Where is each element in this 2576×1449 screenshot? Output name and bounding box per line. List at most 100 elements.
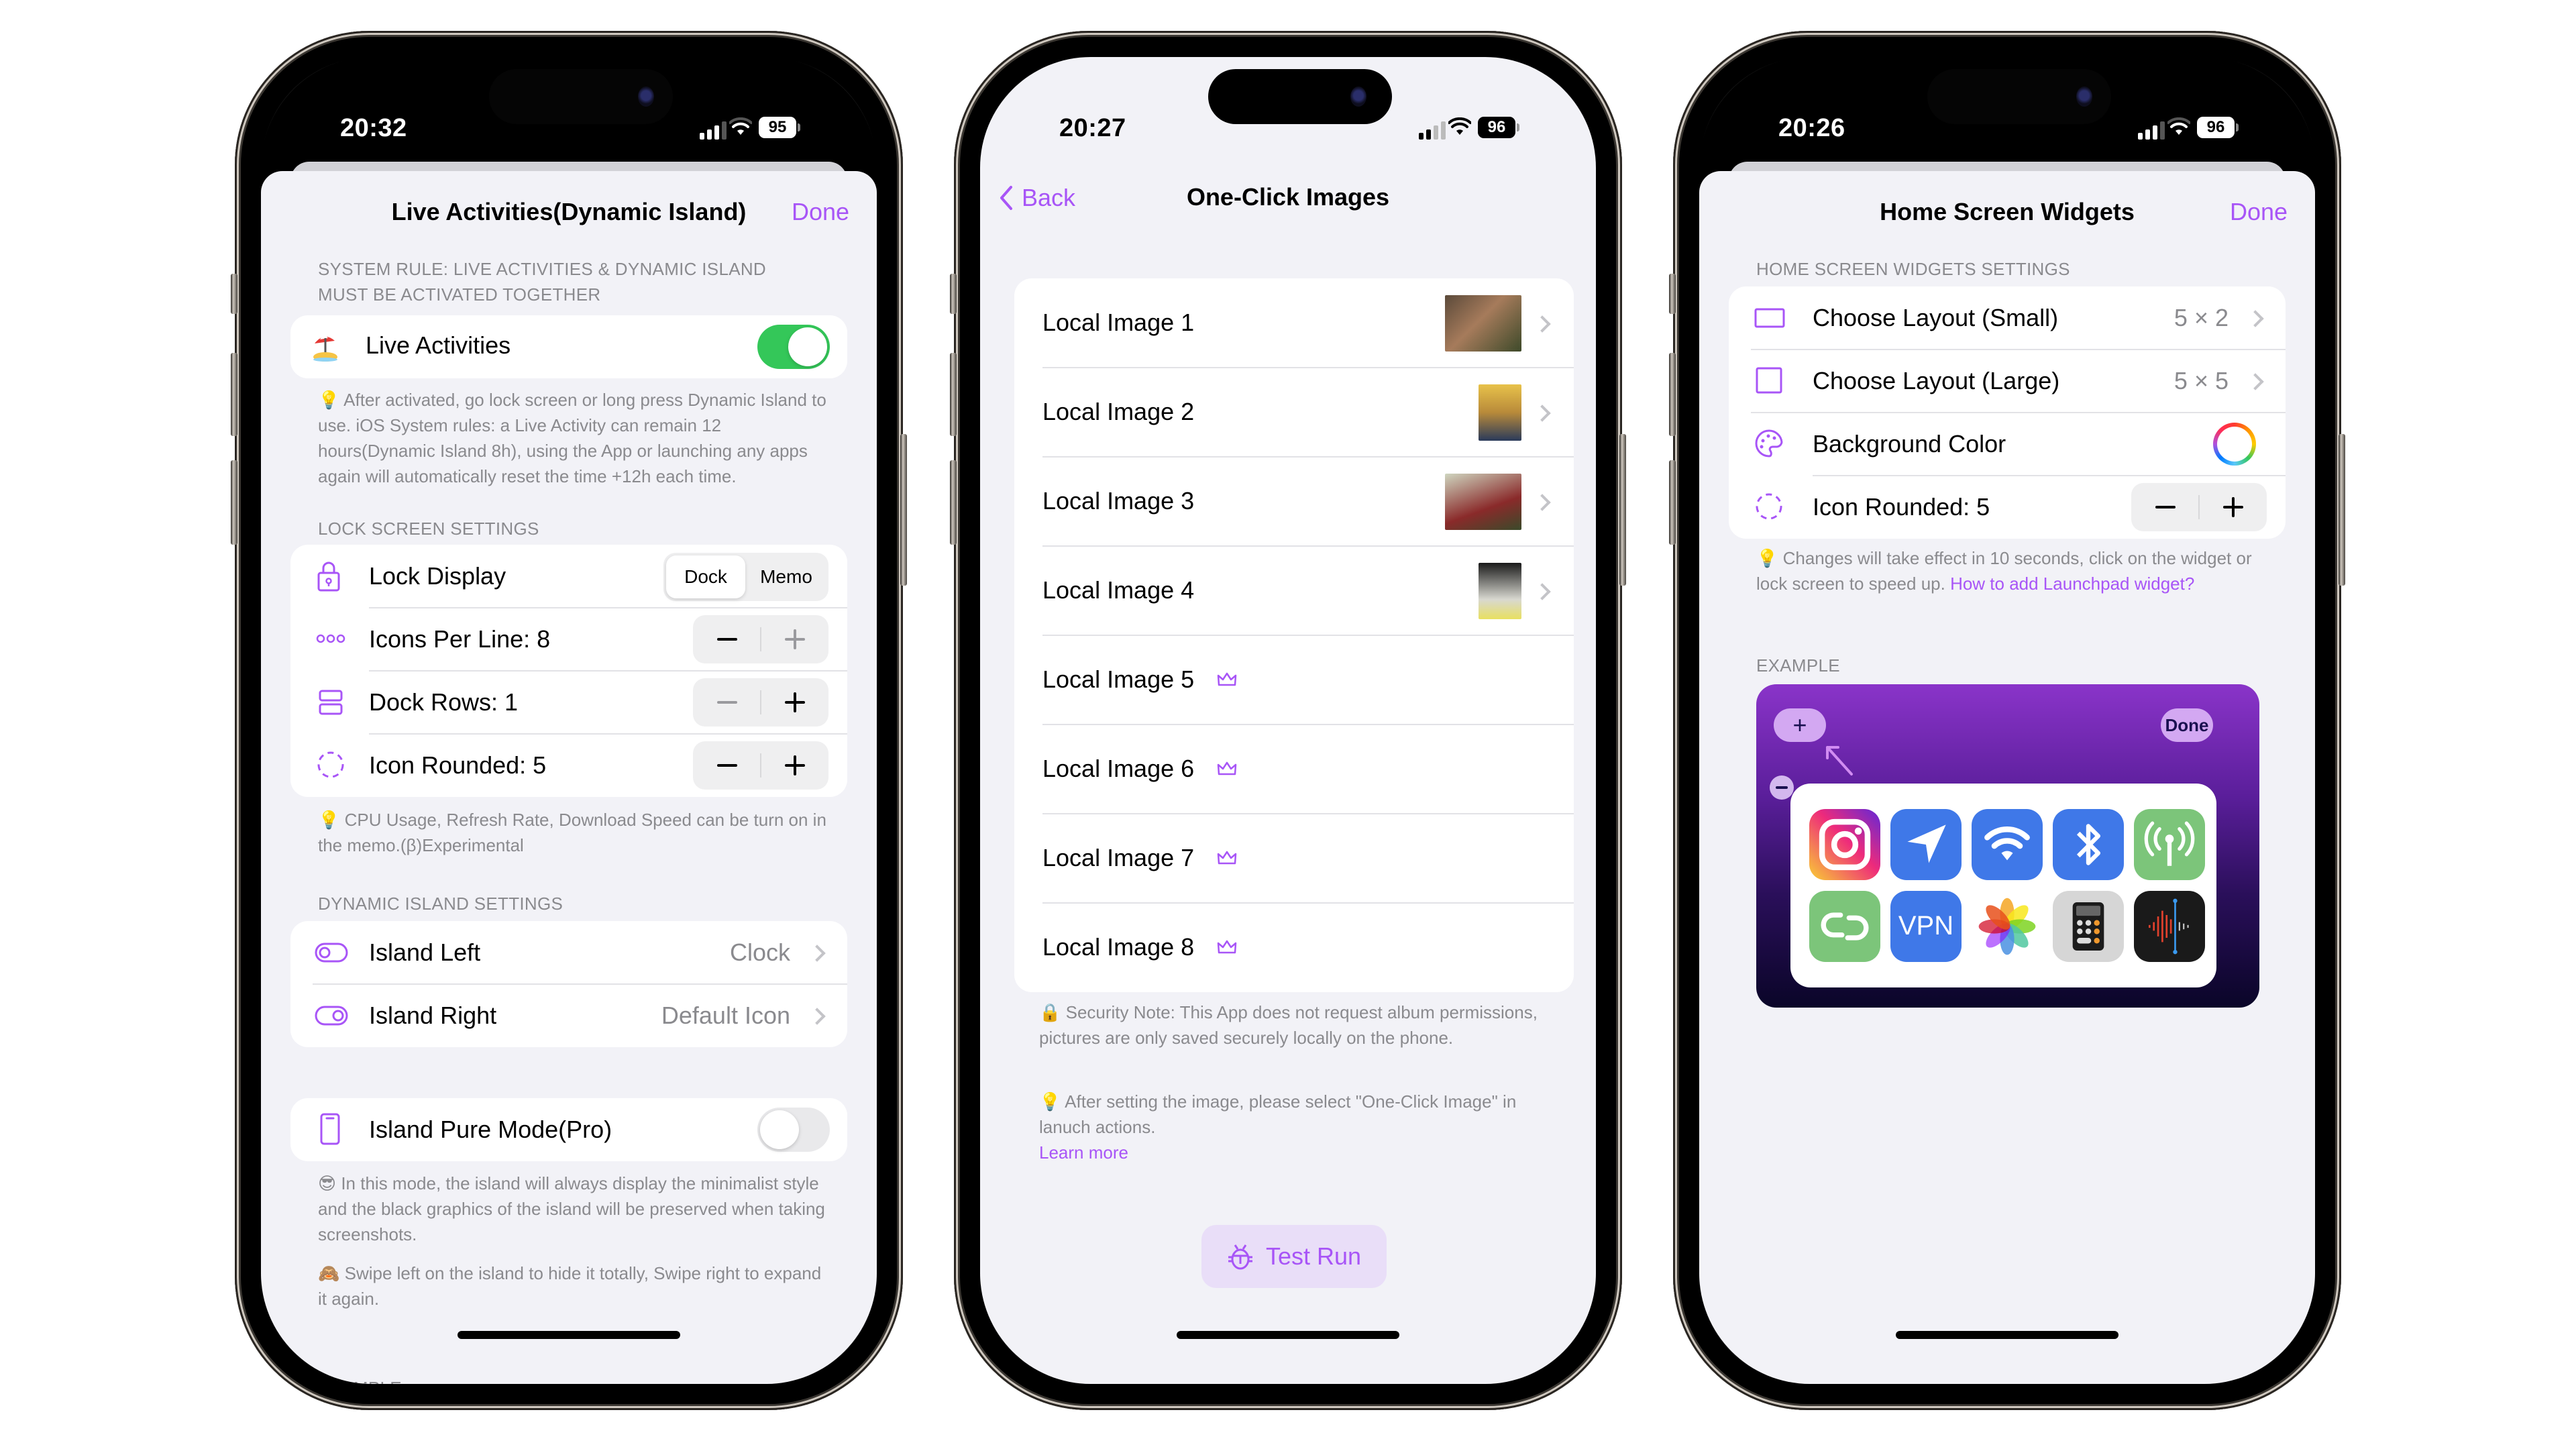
mute-switch — [950, 274, 957, 314]
how-to-add-widget-link[interactable]: How to add Launchpad widget? — [1950, 574, 2194, 594]
section-header-lock-screen: LOCK SCREEN SETTINGS — [318, 519, 539, 539]
link-app-icon — [1809, 891, 1880, 962]
volume-up-button — [950, 353, 957, 436]
learn-more-link[interactable]: Learn more — [1039, 1140, 1128, 1165]
pure-mode-toggle[interactable] — [757, 1108, 830, 1152]
add-widget-button: + — [1774, 708, 1826, 742]
lightbulb-icon: 💡 — [1756, 548, 1783, 568]
segment-dock[interactable]: Dock — [666, 555, 745, 598]
increment-button[interactable] — [761, 678, 828, 727]
image-list-item[interactable]: Local Image 6 — [1014, 724, 1574, 814]
layout-small-row[interactable]: Choose Layout (Small) 5 × 2 — [1729, 286, 2286, 350]
wifi-icon — [2167, 117, 2190, 135]
back-button[interactable]: Back — [999, 184, 1075, 212]
power-button — [2339, 434, 2345, 586]
increment-button[interactable] — [2199, 483, 2267, 531]
layout-large-label: Choose Layout (Large) — [1813, 367, 2060, 394]
rows-icon — [319, 690, 343, 715]
lock-display-segmented-control: Dock Memo — [663, 553, 828, 601]
increment-button[interactable] — [761, 741, 828, 790]
image-list-item[interactable]: Local Image 8 — [1014, 903, 1574, 992]
icons-per-line-stepper — [693, 615, 828, 663]
lock-screen-note: 💡 CPU Usage, Refresh Rate, Download Spee… — [318, 810, 826, 855]
widgets-settings-card: Choose Layout (Small) 5 × 2 Choose Layou… — [1729, 286, 2286, 539]
volume-down-button — [1669, 460, 1676, 545]
decrement-button[interactable] — [693, 741, 761, 790]
status-time: 20:32 — [340, 114, 407, 142]
icon-rounded-label: Icon Rounded: 5 — [1813, 493, 1990, 521]
image-thumbnail — [1445, 294, 1521, 352]
image-list-item[interactable]: Local Image 5 — [1014, 635, 1574, 724]
bluetooth-app-icon — [2053, 809, 2124, 880]
live-activities-toggle[interactable] — [757, 325, 830, 369]
dynamic-island — [1208, 69, 1392, 124]
island-right-label: Island Right — [369, 1002, 497, 1029]
increment-button-disabled[interactable] — [761, 615, 828, 663]
instagram-app-icon — [1809, 809, 1880, 880]
test-run-button[interactable]: Test Run — [1201, 1225, 1387, 1288]
layout-large-row[interactable]: Choose Layout (Large) 5 × 5 — [1729, 350, 2286, 413]
section-header-dynamic-island: DYNAMIC ISLAND SETTINGS — [318, 894, 564, 914]
pure-mode-label: Island Pure Mode(Pro) — [369, 1116, 612, 1143]
image-list-item[interactable]: Local Image 1 — [1014, 278, 1574, 368]
phone-live-activities: 20:32 95 Live Activities(Dynamic Island)… — [231, 31, 907, 1410]
decrement-button-disabled[interactable] — [693, 678, 761, 727]
image-thumbnail — [1479, 384, 1521, 441]
home-indicator[interactable] — [1896, 1331, 2118, 1339]
arrow-up-left-icon — [1826, 746, 1853, 775]
island-left-row[interactable]: Island Left Clock — [290, 921, 847, 984]
cellular-antenna-app-icon — [2134, 809, 2205, 880]
color-picker-well[interactable] — [2213, 423, 2256, 466]
vpn-label: VPN — [1898, 911, 1954, 941]
island-right-row[interactable]: Island Right Default Icon — [290, 984, 847, 1047]
volume-up-button — [231, 353, 237, 436]
layout-small-value: 5 × 2 — [2174, 304, 2229, 331]
image-list-item[interactable]: Local Image 4 — [1014, 546, 1574, 635]
lock-icon — [317, 561, 340, 592]
lightbulb-icon: 💡 — [1039, 1091, 1065, 1112]
live-activities-label: Live Activities — [366, 331, 511, 359]
camera-icon — [2076, 87, 2092, 107]
beach-umbrella-icon — [311, 330, 340, 362]
dashed-circle-icon — [317, 751, 344, 778]
palette-icon — [1755, 429, 1783, 458]
status-time: 20:27 — [1059, 114, 1126, 142]
lightbulb-icon: 💡 — [318, 390, 344, 410]
section-header-example: EXAMPLE — [318, 1375, 402, 1384]
background-color-row[interactable]: Background Color — [1729, 413, 2286, 476]
signal-icon — [2138, 121, 2165, 140]
toggle-left-icon — [315, 943, 348, 963]
done-button[interactable]: Done — [2230, 198, 2288, 226]
home-indicator[interactable] — [1177, 1331, 1399, 1339]
lock-display-label: Lock Display — [369, 562, 506, 590]
pure-mode-card: Island Pure Mode(Pro) — [290, 1098, 847, 1161]
status-bar: 20:32 95 — [261, 57, 877, 158]
crown-icon — [1217, 761, 1237, 775]
image-label: Local Image 2 — [1042, 397, 1195, 425]
image-list-item[interactable]: Local Image 3 — [1014, 457, 1574, 546]
island-left-label: Island Left — [369, 938, 481, 966]
status-bar: 20:27 96 — [980, 57, 1596, 158]
swipe-note: 🙈 Swipe left on the island to hide it to… — [318, 1263, 822, 1309]
location-app-icon — [1890, 809, 1962, 880]
lock-screen-card: Lock Display Dock Memo Icons Per Line: 8 — [290, 545, 847, 797]
page-title: Live Activities(Dynamic Island) — [391, 198, 747, 225]
settings-sheet: Live Activities(Dynamic Island) Done SYS… — [261, 171, 877, 1384]
image-thumbnail — [1479, 562, 1521, 619]
decrement-button[interactable] — [693, 615, 761, 663]
icon-rounded-stepper — [2131, 483, 2267, 531]
camera-icon — [638, 87, 654, 107]
image-list-item[interactable]: Local Image 2 — [1014, 368, 1574, 457]
decrement-button[interactable] — [2131, 483, 2199, 531]
done-button[interactable]: Done — [792, 198, 849, 226]
color-well-inner — [2217, 427, 2252, 462]
chevron-right-icon — [1534, 315, 1551, 333]
dynamic-island-card: Island Left Clock Island Right Default I… — [290, 921, 847, 1047]
power-button — [900, 434, 907, 586]
settings-sheet: Home Screen Widgets Done HOME SCREEN WID… — [1699, 171, 2315, 1384]
image-list-item[interactable]: Local Image 7 — [1014, 814, 1574, 903]
segment-memo[interactable]: Memo — [747, 555, 826, 598]
live-activities-note: 💡 After activated, go lock screen or lon… — [318, 390, 826, 486]
home-indicator[interactable] — [458, 1331, 680, 1339]
chevron-right-icon — [808, 1008, 826, 1025]
